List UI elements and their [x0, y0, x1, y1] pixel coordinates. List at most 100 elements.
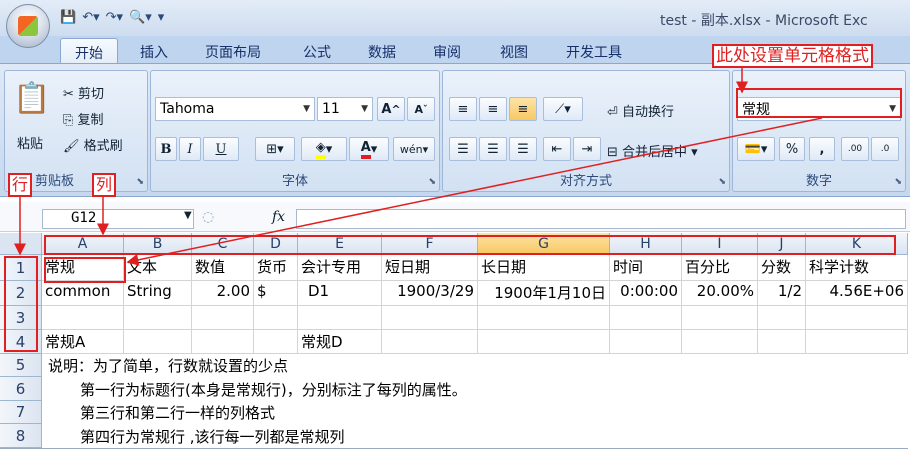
- tab-page-layout[interactable]: 页面布局: [205, 42, 261, 62]
- cell-j1[interactable]: 分数: [758, 255, 806, 281]
- cell-g3[interactable]: [478, 306, 610, 330]
- cell-j2[interactable]: 1/2: [758, 281, 806, 306]
- cell-b2[interactable]: String: [124, 281, 192, 306]
- cell-g1[interactable]: 长日期: [478, 255, 610, 281]
- cell-a2[interactable]: common: [42, 281, 124, 306]
- cell-f4[interactable]: [382, 330, 478, 354]
- cell-c4[interactable]: [192, 330, 254, 354]
- font-name-combo[interactable]: Tahoma ▼: [155, 97, 315, 121]
- redo-icon[interactable]: ↷▾: [106, 10, 123, 25]
- grow-font-button[interactable]: A ^: [377, 97, 405, 121]
- fill-color-button[interactable]: ◈ ▾: [301, 137, 347, 161]
- tab-data[interactable]: 数据: [368, 42, 396, 62]
- cell-k4[interactable]: [806, 330, 908, 354]
- tab-view[interactable]: 视图: [500, 42, 528, 62]
- orientation-button[interactable]: ⟋▾: [543, 97, 583, 121]
- cell-g4[interactable]: [478, 330, 610, 354]
- comma-button[interactable]: ,: [809, 137, 835, 161]
- cell-i2[interactable]: 20.00%: [682, 281, 758, 306]
- cell-d2[interactable]: $: [254, 281, 298, 306]
- cell-e3[interactable]: [298, 306, 382, 330]
- cell-a3[interactable]: [42, 306, 124, 330]
- wrap-text-button[interactable]: ⏎ 自动换行: [607, 101, 674, 120]
- cell-i3[interactable]: [682, 306, 758, 330]
- merge-center-button[interactable]: ⊟ 合并后居中 ▾: [607, 141, 698, 160]
- note-row-8[interactable]: 第四行为常规行 ,该行每一列都是常规列: [80, 426, 345, 447]
- office-button[interactable]: [6, 4, 50, 48]
- border-button[interactable]: ⊞▾: [255, 137, 295, 161]
- formula-bar-grip-icon[interactable]: ◌: [202, 209, 214, 225]
- column-header-h[interactable]: H: [610, 233, 682, 255]
- cell-c1[interactable]: 数值: [192, 255, 254, 281]
- row-header-5[interactable]: 5: [0, 354, 42, 377]
- cell-b3[interactable]: [124, 306, 192, 330]
- cell-a1[interactable]: 常规: [42, 255, 124, 281]
- formula-input[interactable]: [296, 209, 906, 229]
- cut-button[interactable]: ✂ 剪切: [63, 83, 104, 102]
- align-top-button[interactable]: ≡: [449, 97, 477, 121]
- column-header-j[interactable]: J: [758, 233, 806, 255]
- cell-e2[interactable]: D1: [298, 281, 382, 306]
- column-header-b[interactable]: B: [124, 233, 192, 255]
- italic-button[interactable]: I: [179, 137, 201, 161]
- increase-indent-button[interactable]: ⇥: [573, 137, 601, 161]
- phonetic-button[interactable]: wén ▾: [393, 137, 435, 161]
- tab-review[interactable]: 审阅: [433, 42, 461, 62]
- print-preview-icon[interactable]: 🔍▾: [129, 10, 152, 25]
- cell-d3[interactable]: [254, 306, 298, 330]
- tab-home[interactable]: 开始: [60, 38, 118, 66]
- cell-c2[interactable]: 2.00: [192, 281, 254, 306]
- tab-insert[interactable]: 插入: [140, 42, 168, 62]
- save-icon[interactable]: 💾: [60, 10, 76, 25]
- align-center-button[interactable]: ☰: [479, 137, 507, 161]
- cell-f3[interactable]: [382, 306, 478, 330]
- note-row-5[interactable]: 说明：为了简单，行数就设置的少点: [48, 355, 288, 376]
- decrease-decimal-button[interactable]: .0: [871, 137, 899, 161]
- cell-j3[interactable]: [758, 306, 806, 330]
- select-all-button[interactable]: [0, 233, 42, 255]
- row-header-2[interactable]: 2: [0, 281, 42, 306]
- column-header-d[interactable]: D: [254, 233, 298, 255]
- cell-b4[interactable]: [124, 330, 192, 354]
- name-box-dropdown-icon[interactable]: ▼: [184, 210, 192, 221]
- row-header-4[interactable]: 4: [0, 330, 42, 354]
- font-size-combo[interactable]: 11 ▼: [317, 97, 373, 121]
- paste-button[interactable]: 粘贴: [17, 133, 43, 152]
- align-middle-button[interactable]: ≡: [479, 97, 507, 121]
- paste-icon[interactable]: 📋: [13, 81, 50, 116]
- number-format-combo[interactable]: 常规 ▼: [737, 97, 901, 121]
- cell-e1[interactable]: 会计专用: [298, 255, 382, 281]
- note-row-6[interactable]: 第一行为标题行(本身是常规行)，分别标注了每列的属性。: [80, 379, 467, 400]
- cell-d1[interactable]: 货币: [254, 255, 298, 281]
- align-left-button[interactable]: ☰: [449, 137, 477, 161]
- cell-b1[interactable]: 文本: [124, 255, 192, 281]
- customize-qat-icon[interactable]: ▾: [158, 10, 165, 25]
- column-header-c[interactable]: C: [192, 233, 254, 255]
- underline-button[interactable]: U: [203, 137, 239, 161]
- column-header-f[interactable]: F: [382, 233, 478, 255]
- row-header-1[interactable]: 1: [0, 255, 42, 281]
- name-box[interactable]: G12: [42, 209, 194, 229]
- bold-button[interactable]: B: [155, 137, 177, 161]
- increase-decimal-button[interactable]: .00: [841, 137, 869, 161]
- align-bottom-button[interactable]: ≡: [509, 97, 537, 121]
- cell-k2[interactable]: 4.56E+06: [806, 281, 908, 306]
- cell-f1[interactable]: 短日期: [382, 255, 478, 281]
- cell-g2[interactable]: 1900年1月10日: [478, 281, 610, 306]
- cell-h3[interactable]: [610, 306, 682, 330]
- cell-h1[interactable]: 时间: [610, 255, 682, 281]
- column-header-a[interactable]: A: [42, 233, 124, 255]
- row-header-8[interactable]: 8: [0, 424, 42, 448]
- shrink-font-button[interactable]: Aˇ: [407, 97, 435, 121]
- accounting-format-button[interactable]: 💳▾: [737, 137, 775, 161]
- row-header-3[interactable]: 3: [0, 306, 42, 330]
- cell-h2[interactable]: 0:00:00: [610, 281, 682, 306]
- tab-formulas[interactable]: 公式: [303, 42, 331, 62]
- decrease-indent-button[interactable]: ⇤: [543, 137, 571, 161]
- column-header-i[interactable]: I: [682, 233, 758, 255]
- format-painter-button[interactable]: 🖌 格式刷: [63, 135, 123, 154]
- column-header-g[interactable]: G: [478, 233, 610, 255]
- font-color-button[interactable]: A ▾: [349, 137, 389, 161]
- percent-button[interactable]: %: [779, 137, 805, 161]
- cell-i1[interactable]: 百分比: [682, 255, 758, 281]
